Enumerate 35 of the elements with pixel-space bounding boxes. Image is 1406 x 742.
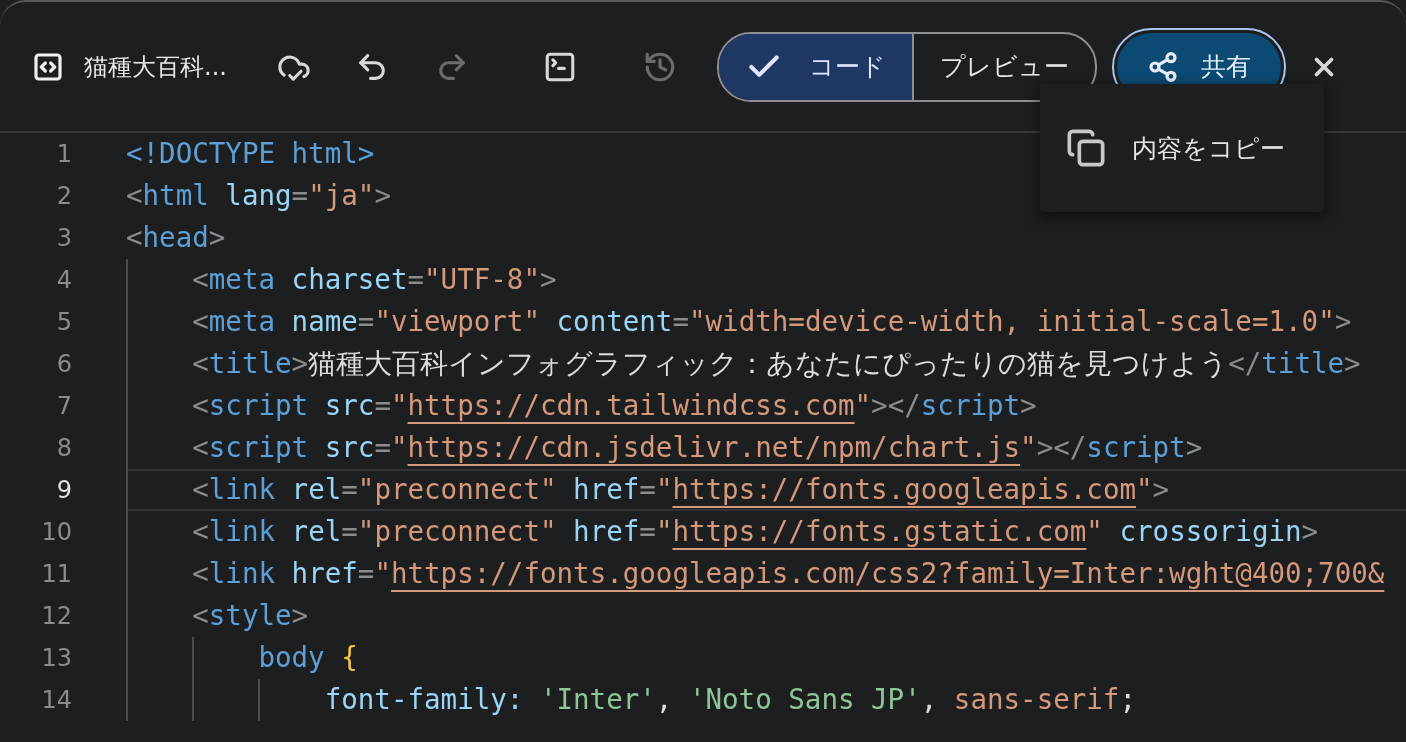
document-title: 猫種大百科... <box>84 51 227 83</box>
code-line: <script src="https://cdn.jsdelivr.net/npm/chart.js"></script> <box>191 434 1203 462</box>
code-line: body { <box>257 644 358 672</box>
code-line: <meta name="viewport" content="width=device-width, initial-scale=1.0"> <box>191 308 1352 336</box>
line-number: 13 <box>40 644 72 672</box>
line-number: 1 <box>55 140 72 168</box>
code-icon <box>32 50 64 83</box>
line-number: 11 <box>40 560 72 588</box>
line-number: 12 <box>40 602 72 630</box>
line-number: 9 <box>55 476 72 504</box>
line-number: 2 <box>55 182 72 210</box>
share-icon <box>1146 50 1179 83</box>
line-number: 6 <box>55 350 72 378</box>
code-line: <head> <box>126 224 226 252</box>
line-number: 14 <box>40 686 72 714</box>
copy-icon <box>1066 128 1106 168</box>
line-number: 10 <box>40 518 72 546</box>
code-line: <link rel="preconnect" href="https://fonts.gstatic.com" crossorigin> <box>191 518 1319 546</box>
code-line: <style> <box>191 602 309 630</box>
code-line: <title>猫種大百科インフォグラフィック：あなたにぴったりの猫を見つけよう</title> <box>191 350 1361 378</box>
line-number: 5 <box>55 308 72 336</box>
code-line: <script src="https://cdn.tailwindcss.com"></script> <box>191 392 1037 420</box>
line-number: 4 <box>55 266 72 294</box>
code-line: <link rel="preconnect" href="https://fonts.googleapis.com"> <box>191 476 1170 504</box>
code-line: <meta charset="UTF-8"> <box>191 266 557 294</box>
line-number: 3 <box>55 224 72 252</box>
code-line: <html lang="ja"> <box>126 182 391 210</box>
view-tab[interactable]: コード <box>718 33 914 100</box>
code-line: <!DOCTYPE html> <box>126 140 375 168</box>
line-number: 7 <box>55 392 72 420</box>
code-line: font-family: 'Inter', 'Noto Sans JP', sans-serif; <box>323 686 1136 714</box>
view-tab[interactable]: プレビュー <box>913 33 1095 100</box>
menu-item[interactable]: 内容をコピー <box>1040 108 1324 188</box>
line-number: 8 <box>55 434 72 462</box>
code-line: <link href="https://fonts.googleapis.com/css2?family=Inter:wght@400;700& <box>191 560 1385 588</box>
